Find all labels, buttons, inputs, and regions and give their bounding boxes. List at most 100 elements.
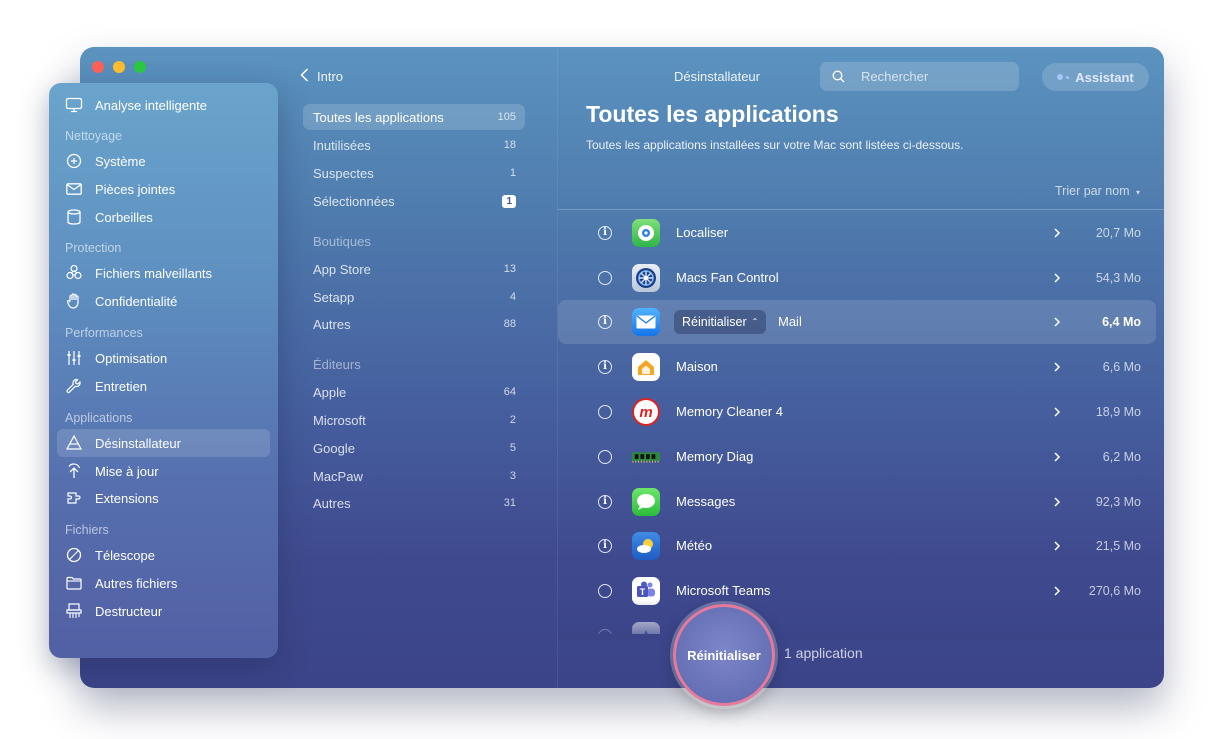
filter-all-apps[interactable]: Toutes les applications 105: [303, 104, 525, 130]
sidebar-item-maintenance[interactable]: Entretien: [65, 373, 270, 399]
app-row-partial[interactable]: [558, 614, 1156, 634]
app-row-localiser[interactable]: i Localiser 20,7 Mo: [558, 211, 1156, 255]
info-icon[interactable]: i: [598, 226, 612, 240]
app-row-memory-diag[interactable]: Memory Diag 6,2 Mo: [558, 435, 1156, 479]
app-size: 270,6 Mo: [1088, 584, 1141, 598]
filter-app-store[interactable]: App Store 13: [303, 256, 525, 282]
back-button[interactable]: Intro: [300, 68, 343, 85]
sidebar-item-system[interactable]: Système: [65, 148, 270, 174]
filter-microsoft[interactable]: Microsoft 2: [303, 407, 525, 433]
window-title: Désinstallateur: [674, 69, 760, 84]
sidebar-item-attachments[interactable]: Pièces jointes: [65, 176, 270, 202]
chevron-right-icon[interactable]: [1053, 447, 1061, 472]
app-row-messages[interactable]: i Messages 92,3 Mo: [558, 480, 1156, 524]
sidebar-item-label: Destructeur: [95, 603, 163, 619]
close-button[interactable]: [92, 61, 104, 73]
assistant-icon: [1057, 74, 1070, 80]
info-icon[interactable]: i: [598, 315, 612, 329]
back-label: Intro: [317, 69, 344, 84]
app-row-microsoft-teams[interactable]: T Microsoft Teams 270,6 Mo: [558, 569, 1156, 613]
select-checkbox[interactable]: [598, 405, 612, 419]
minimize-button[interactable]: [113, 61, 125, 73]
filter-macpaw[interactable]: MacPaw 3: [303, 463, 525, 489]
lens-icon: [65, 546, 83, 564]
select-checkbox[interactable]: [598, 450, 612, 464]
chevron-right-icon[interactable]: [1053, 357, 1061, 382]
monitor-icon: [65, 96, 83, 114]
sidebar-item-smart-scan[interactable]: Analyse intelligente: [65, 92, 270, 118]
mail-attachment-icon: [65, 180, 83, 198]
chevron-right-icon[interactable]: [1053, 402, 1061, 427]
sidebar-item-extensions[interactable]: Extensions: [65, 485, 270, 511]
search-field[interactable]: [820, 62, 1019, 91]
svg-text:T: T: [640, 587, 646, 597]
sidebar-item-malware[interactable]: Fichiers malveillants: [65, 260, 270, 286]
filter-selected[interactable]: Sélectionnées 1: [303, 188, 525, 214]
filter-count: 2: [509, 414, 516, 426]
filter-count: 5: [509, 442, 516, 454]
sidebar-item-label: Confidentialité: [95, 293, 178, 309]
selection-count: 1 application: [784, 645, 863, 661]
sidebar-item-trash[interactable]: Corbeilles: [65, 204, 270, 230]
sidebar-item-updater[interactable]: Mise à jour: [65, 458, 270, 484]
filter-count: 13: [503, 263, 516, 275]
app-row-maison[interactable]: i Maison 6,6 Mo: [558, 345, 1156, 389]
select-checkbox[interactable]: [598, 271, 612, 285]
filter-label: Suspectes: [313, 165, 374, 181]
filter-other-stores[interactable]: Autres 88: [303, 311, 525, 337]
filter-label: Google: [313, 440, 355, 456]
info-icon[interactable]: i: [598, 360, 612, 374]
app-row-mail[interactable]: i Réinitialiser ⌃ Mail 6,4 Mo: [558, 300, 1156, 344]
sidebar: Analyse intelligente Nettoyage Système P…: [49, 83, 278, 658]
sidebar-item-label: Entretien: [95, 378, 148, 394]
assistant-button[interactable]: Assistant: [1042, 63, 1149, 91]
sidebar-section-title: Applications: [65, 411, 133, 425]
sort-dropdown[interactable]: Trier par nom ▾: [1055, 184, 1140, 198]
filter-suspicious[interactable]: Suspectes 1: [303, 160, 525, 186]
app-row-macs-fan-control[interactable]: Macs Fan Control 54,3 Mo: [558, 256, 1156, 300]
sidebar-item-label: Fichiers malveillants: [95, 265, 213, 281]
sidebar-item-label: Analyse intelligente: [95, 97, 208, 113]
sidebar-item-optimization[interactable]: Optimisation: [65, 345, 270, 371]
chevron-right-icon[interactable]: [1053, 492, 1061, 517]
filter-unused[interactable]: Inutilisées 18: [303, 132, 525, 158]
search-input[interactable]: [859, 68, 1003, 85]
svg-text:m: m: [639, 404, 652, 421]
info-icon[interactable]: i: [598, 539, 612, 553]
app-name: Microsoft Teams: [676, 583, 771, 598]
app-size: 6,4 Mo: [1102, 315, 1141, 329]
app-row-meteo[interactable]: i Météo 21,5 Mo: [558, 524, 1156, 568]
chevron-right-icon[interactable]: [1053, 268, 1061, 293]
sidebar-item-label: Corbeilles: [95, 209, 153, 225]
filter-count-badge: 1: [502, 194, 516, 208]
zoom-button[interactable]: [134, 61, 146, 73]
chevron-right-icon[interactable]: [1053, 536, 1061, 561]
app-list: i Localiser 20,7 Mo Macs Fan Control 54,…: [558, 210, 1156, 634]
find-my-icon: [632, 219, 660, 247]
sidebar-item-uninstaller[interactable]: Désinstallateur: [57, 429, 270, 457]
filter-other-vendors[interactable]: Autres 31: [303, 490, 525, 516]
chevron-right-icon[interactable]: [1053, 312, 1061, 337]
reset-button[interactable]: Réinitialiser: [673, 604, 775, 706]
sidebar-item-other-files[interactable]: Autres fichiers: [65, 570, 270, 596]
filter-apple[interactable]: Apple 64: [303, 379, 525, 405]
select-checkbox[interactable]: [598, 629, 612, 634]
sidebar-item-lens[interactable]: Télescope: [65, 542, 270, 568]
info-icon[interactable]: i: [598, 495, 612, 509]
reset-dropdown[interactable]: Réinitialiser ⌃: [674, 310, 767, 334]
mail-icon: [632, 308, 660, 336]
chevron-right-icon[interactable]: [1053, 581, 1061, 606]
sidebar-item-shredder[interactable]: Destructeur: [65, 598, 270, 624]
shredder-icon: [65, 602, 83, 620]
app-row-memory-cleaner[interactable]: m Memory Cleaner 4 18,9 Mo: [558, 390, 1156, 434]
search-icon: [832, 70, 845, 83]
sidebar-item-privacy[interactable]: Confidentialité: [65, 288, 270, 314]
filter-google[interactable]: Google 5: [303, 435, 525, 461]
app-name: Memory Diag: [676, 449, 754, 464]
app-icon: [632, 622, 660, 634]
sidebar-item-label: Autres fichiers: [95, 575, 178, 591]
filter-label: Microsoft: [313, 412, 366, 428]
filter-setapp[interactable]: Setapp 4: [303, 284, 525, 310]
chevron-right-icon[interactable]: [1053, 223, 1061, 248]
select-checkbox[interactable]: [598, 584, 612, 598]
